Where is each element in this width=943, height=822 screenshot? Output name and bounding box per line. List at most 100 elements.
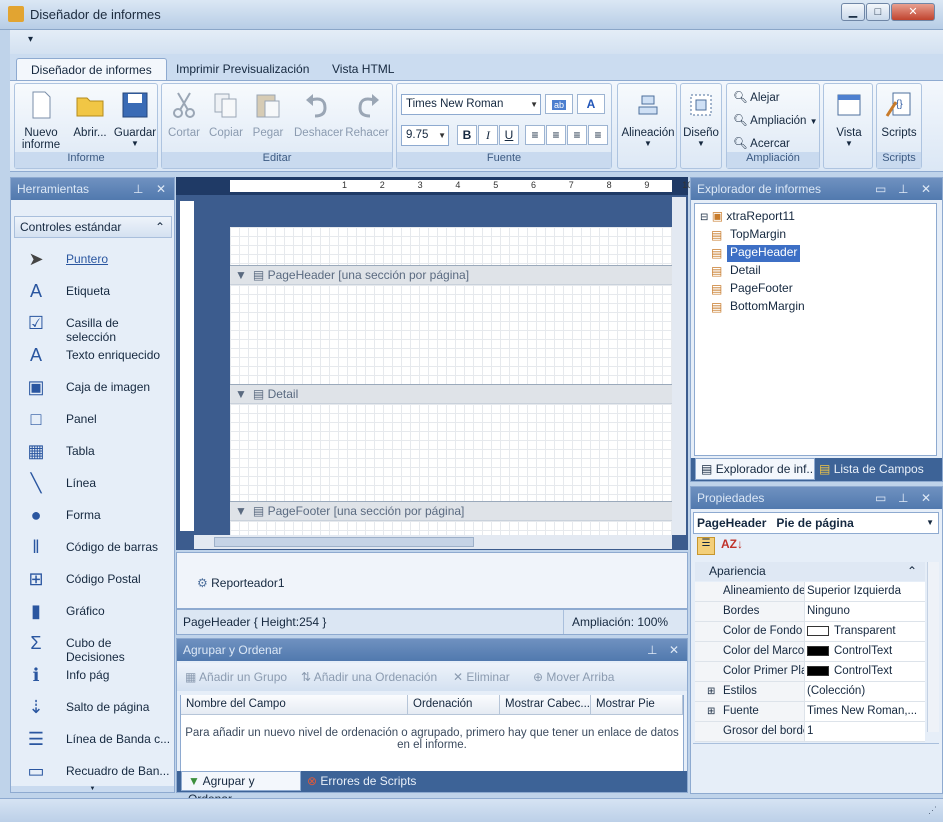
italic-button[interactable]: I bbox=[478, 125, 498, 145]
align-right-button[interactable]: ≡ bbox=[567, 125, 587, 145]
guardar-button[interactable]: Guardar ▼ bbox=[113, 90, 157, 148]
tool-item[interactable]: ▭ Recuadro de Ban... bbox=[21, 755, 171, 787]
acercar-button[interactable]: 🔍︎ Acercar bbox=[733, 136, 790, 150]
tool-item[interactable]: ‖ Código de barras bbox=[21, 531, 171, 563]
back-color-button[interactable]: ab bbox=[545, 94, 573, 114]
expander-icon[interactable]: ⊟ bbox=[700, 212, 708, 223]
alphabetical-button[interactable]: AZ↓ bbox=[721, 537, 743, 551]
tool-item[interactable]: ⊞ Código Postal bbox=[21, 563, 171, 595]
property-value[interactable]: Transparent bbox=[807, 622, 925, 641]
property-row[interactable]: Color Primer Plan ControlText bbox=[695, 662, 925, 682]
vista-button[interactable]: Vista ▼ bbox=[826, 90, 872, 148]
scroll-down-icon[interactable]: ▼ bbox=[11, 786, 174, 792]
collapse-arrow-icon[interactable]: ▼ bbox=[235, 268, 247, 282]
expand-icon[interactable]: ⊞ bbox=[707, 682, 715, 701]
close-icon[interactable]: ✕ bbox=[669, 639, 679, 661]
categorized-button[interactable]: ☰ bbox=[697, 537, 715, 555]
tool-item[interactable]: ☰ Línea de Banda c... bbox=[21, 723, 171, 755]
tool-item[interactable]: ▦ Tabla bbox=[21, 435, 171, 467]
pin-icon[interactable]: ⊥ bbox=[898, 487, 908, 509]
tool-item[interactable]: Σ Cubo de Decisiones bbox=[21, 627, 171, 664]
column-header[interactable]: Mostrar Cabec... bbox=[500, 695, 591, 715]
object-selector[interactable]: PageHeader Pie de página ▼ bbox=[693, 512, 939, 534]
property-category[interactable]: Apariencia ⌃ bbox=[695, 562, 925, 581]
property-row[interactable]: ⊞ Fuente Times New Roman,... bbox=[695, 702, 925, 722]
abrir-button[interactable]: Abrir... bbox=[69, 90, 111, 139]
property-value[interactable]: 1 bbox=[807, 722, 925, 741]
tree-node[interactable]: ▤ BottomMargin bbox=[711, 299, 808, 316]
align-left-button[interactable]: ≡ bbox=[525, 125, 545, 145]
toolbox-section-header[interactable]: Controles estándar ⌃ bbox=[14, 216, 172, 238]
diseno-button[interactable]: Diseño ▼ bbox=[681, 90, 721, 148]
tab-disenador[interactable]: Diseñador de informes bbox=[16, 58, 167, 80]
align-center-button[interactable]: ≡ bbox=[546, 125, 566, 145]
collapse-arrow-icon[interactable]: ▼ bbox=[235, 504, 247, 518]
close-button[interactable]: ✕ bbox=[891, 3, 935, 21]
tab-errores[interactable]: ⊗ Errores de Scripts bbox=[307, 774, 416, 788]
window-icon[interactable]: ▭ bbox=[875, 487, 886, 509]
property-row[interactable]: Grosor del borde 1 bbox=[695, 722, 925, 742]
page-header-area[interactable] bbox=[230, 285, 672, 384]
band-page-header[interactable]: ▼ ▤ PageHeader [una sección por página] bbox=[230, 265, 672, 285]
column-header[interactable]: Ordenación bbox=[408, 695, 500, 715]
add-group-button[interactable]: ▦ Añadir un Grupo bbox=[185, 670, 287, 684]
collapse-icon[interactable]: ⌃ bbox=[155, 217, 165, 237]
expand-icon[interactable]: ⊞ bbox=[707, 702, 715, 721]
fore-color-button[interactable]: A bbox=[577, 94, 605, 114]
vertical-scrollbar[interactable] bbox=[672, 197, 686, 535]
tree-node[interactable]: ▤ TopMargin bbox=[711, 227, 789, 244]
component-reporteador[interactable]: ⚙ Reporteador1 bbox=[197, 576, 285, 590]
column-header[interactable]: Nombre del Campo bbox=[181, 695, 408, 715]
property-row[interactable]: Alineamiento del Superior Izquierda bbox=[695, 582, 925, 602]
tab-agrupar[interactable]: ▼ Agrupar y Ordenar bbox=[181, 771, 301, 806]
property-value[interactable]: Ninguno bbox=[807, 602, 925, 621]
band-detail[interactable]: ▼ ▤ Detail bbox=[230, 384, 672, 404]
properties-scrollbar[interactable] bbox=[927, 562, 939, 732]
tool-item[interactable]: A Texto enriquecido bbox=[21, 339, 171, 371]
scroll-thumb[interactable] bbox=[214, 537, 474, 547]
customize-dropdown-icon[interactable]: ▾ bbox=[28, 34, 33, 45]
copiar-button[interactable]: Copiar bbox=[206, 90, 246, 139]
property-row[interactable]: Color de Fondo Transparent bbox=[695, 622, 925, 642]
tool-item[interactable]: ╲ Línea bbox=[21, 467, 171, 499]
pin-icon[interactable]: ⊥ bbox=[647, 639, 657, 661]
page-footer-area[interactable] bbox=[230, 521, 672, 535]
property-row[interactable]: Bordes Ninguno bbox=[695, 602, 925, 622]
deshacer-button[interactable]: Deshacer bbox=[294, 90, 343, 139]
cortar-button[interactable]: Cortar bbox=[164, 90, 204, 139]
move-up-button[interactable]: ⊕ Mover Arriba bbox=[533, 670, 614, 684]
maximize-button[interactable]: □ bbox=[866, 3, 890, 21]
ampliacion-button[interactable]: 🔍︎ Ampliación ▼ bbox=[733, 113, 818, 127]
pin-icon[interactable]: ⊥ bbox=[133, 178, 143, 200]
tool-item[interactable]: ▮ Gráfico bbox=[21, 595, 171, 627]
pin-icon[interactable]: ⊥ bbox=[898, 178, 908, 200]
tool-item[interactable]: ℹ Info pág bbox=[21, 659, 171, 691]
alejar-button[interactable]: 🔍︎ Alejar bbox=[733, 90, 780, 104]
rehacer-button[interactable]: Rehacer bbox=[344, 90, 390, 139]
close-icon[interactable]: ✕ bbox=[921, 178, 931, 200]
property-value[interactable]: ControlText bbox=[807, 662, 925, 681]
collapse-arrow-icon[interactable]: ▼ bbox=[235, 387, 247, 401]
close-icon[interactable]: ✕ bbox=[921, 487, 931, 509]
justify-button[interactable]: ≡ bbox=[588, 125, 608, 145]
tree-node[interactable]: ▤ Detail bbox=[711, 263, 764, 280]
tab-imprimir[interactable]: Imprimir Previsualización bbox=[162, 58, 323, 80]
add-sort-button[interactable]: ⇅ Añadir una Ordenación bbox=[301, 670, 437, 684]
minimize-button[interactable]: ▁ bbox=[841, 3, 865, 21]
underline-button[interactable]: U bbox=[499, 125, 519, 145]
tool-item[interactable]: ☑ Casilla de selección bbox=[21, 307, 171, 344]
tab-lista-campos[interactable]: ▤ Lista de Campos bbox=[819, 462, 924, 476]
property-row[interactable]: ⊞ Estilos (Colección) bbox=[695, 682, 925, 702]
band-page-footer[interactable]: ▼ ▤ PageFooter [una sección por página] bbox=[230, 501, 672, 521]
horizontal-scrollbar[interactable] bbox=[194, 535, 672, 549]
tree-node[interactable]: ▤ PageFooter bbox=[711, 281, 796, 298]
tool-item[interactable]: □ Panel bbox=[21, 403, 171, 435]
property-value[interactable]: Superior Izquierda bbox=[807, 582, 925, 601]
property-value[interactable]: Times New Roman,... bbox=[807, 702, 925, 721]
delete-button[interactable]: ✕ Eliminar bbox=[453, 670, 510, 684]
bold-button[interactable]: B bbox=[457, 125, 477, 145]
alineacion-button[interactable]: Alineación ▼ bbox=[620, 90, 676, 148]
tool-item[interactable]: ➤ Puntero bbox=[21, 243, 171, 275]
tool-item[interactable]: ⇣ Salto de página bbox=[21, 691, 171, 723]
font-name-combo[interactable]: Times New Roman ▼ bbox=[401, 94, 541, 115]
